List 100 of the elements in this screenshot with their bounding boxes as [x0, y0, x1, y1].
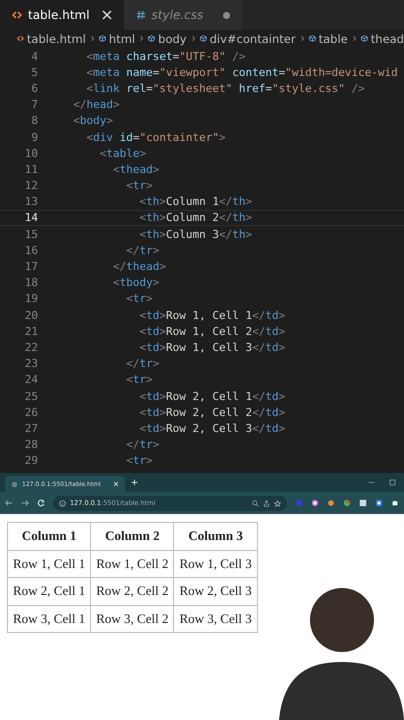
- code-line: <tr>: [125, 292, 153, 306]
- code-line: <tr>: [125, 179, 153, 192]
- cube-icon: [308, 33, 316, 44]
- line-number: 24: [24, 373, 39, 386]
- code-brackets-icon: [12, 10, 22, 20]
- close-icon[interactable]: [113, 481, 119, 487]
- code-line: <meta name="viewport" content="width=device-wid: [86, 66, 398, 79]
- unsaved-dot-icon: [223, 12, 230, 18]
- breadcrumb-item[interactable]: body: [158, 32, 187, 46]
- star-icon[interactable]: [274, 500, 281, 506]
- line-number: 23: [24, 357, 39, 370]
- reload-icon[interactable]: [37, 499, 45, 507]
- line-number: 15: [24, 228, 39, 241]
- line-number: 12: [24, 179, 39, 192]
- code-line: <td>Row 1, Cell 1</td>: [138, 308, 286, 322]
- code-line: </tr>: [125, 357, 160, 370]
- line-number: 10: [24, 146, 39, 160]
- extension-icon[interactable]: [375, 499, 383, 507]
- code-line: <th>Column 2</th>: [138, 211, 252, 224]
- code-line: <td>Row 2, Cell 3</td>: [138, 422, 286, 435]
- code-line: </thead>: [112, 260, 166, 274]
- code-line: <tbody>: [112, 276, 160, 290]
- line-number: 16: [24, 244, 39, 257]
- chevron-icon: [192, 34, 195, 43]
- cube-icon: [360, 33, 368, 44]
- line-number: 14: [24, 211, 39, 224]
- column-header: Column 2: [90, 522, 174, 550]
- editor-tab[interactable]: table.html: [0, 0, 124, 30]
- zoom-icon[interactable]: [252, 500, 259, 506]
- extension-icon[interactable]: [359, 499, 367, 507]
- line-number: 26: [24, 406, 39, 419]
- breadcrumb-item[interactable]: thead: [370, 32, 404, 46]
- code-line: <div id="containter">: [86, 130, 226, 144]
- minimize-icon[interactable]: [368, 479, 375, 486]
- line-number: 17: [24, 260, 39, 274]
- back-arrow-icon[interactable]: [5, 499, 13, 507]
- editor-tab[interactable]: style.css: [124, 0, 242, 30]
- line-number: 22: [24, 340, 39, 354]
- line-number: 18: [24, 276, 39, 290]
- forward-arrow-icon[interactable]: [21, 499, 29, 507]
- code-line: <body>: [72, 114, 113, 128]
- share-icon[interactable]: [263, 500, 270, 506]
- column-header: Column 1: [8, 522, 91, 550]
- table-cell: Row 1, Cell 1: [8, 550, 91, 578]
- table-cell: Row 3, Cell 2: [90, 605, 174, 632]
- code-line: </tr>: [125, 438, 160, 452]
- table-cell: Row 3, Cell 1: [8, 605, 91, 632]
- maximize-icon[interactable]: [389, 479, 396, 486]
- code-line: <meta charset="UTF-8" />: [86, 50, 246, 63]
- code-line: <td>Row 1, Cell 3</td>: [138, 340, 286, 354]
- code-line: </head>: [72, 98, 120, 112]
- line-number: 7: [30, 98, 39, 112]
- breadcrumb-item[interactable]: div#containter: [210, 32, 296, 46]
- close-icon[interactable]: [102, 10, 112, 20]
- code-line: </tr>: [125, 244, 160, 257]
- code-line: <tr>: [125, 454, 153, 468]
- table-cell: Row 1, Cell 3: [174, 550, 258, 578]
- table-cell: Row 1, Cell 2: [90, 550, 174, 578]
- cube-icon: [148, 33, 156, 44]
- code-line: <td>Row 2, Cell 2</td>: [138, 406, 286, 419]
- line-number: 29: [24, 454, 39, 468]
- line-number: 6: [30, 82, 39, 95]
- code-line: <td>Row 2, Cell 1</td>: [138, 390, 286, 403]
- table-cell: Row 2, Cell 1: [8, 578, 91, 605]
- line-number: 13: [24, 195, 39, 208]
- code-line: <link rel="stylesheet" href="style.css" />: [86, 82, 365, 95]
- cube-icon: [99, 33, 106, 44]
- hash-icon: [136, 10, 146, 20]
- info-icon[interactable]: [59, 500, 66, 506]
- line-number: 8: [30, 114, 39, 128]
- line-number: 9: [30, 130, 39, 144]
- breadcrumb-item[interactable]: table: [318, 32, 348, 46]
- new-tab-icon[interactable]: [131, 479, 138, 486]
- chevron-icon: [140, 34, 144, 43]
- column-header: Column 3: [174, 522, 258, 550]
- line-number: 27: [24, 422, 39, 435]
- line-number: 25: [24, 390, 39, 403]
- line-number: 28: [24, 438, 39, 452]
- table-cell: Row 2, Cell 3: [174, 578, 258, 605]
- code-line: <thead>: [112, 162, 160, 176]
- table-cell: Row 3, Cell 3: [174, 605, 258, 632]
- code-brackets-icon: [17, 33, 24, 44]
- line-number: 5: [30, 66, 39, 79]
- code-line: <tr>: [125, 373, 153, 386]
- chevron-icon: [352, 34, 356, 43]
- line-number: 4: [30, 50, 39, 63]
- code-line: <td>Row 1, Cell 2</td>: [138, 324, 286, 338]
- table-cell: Row 2, Cell 2: [90, 578, 174, 605]
- line-number: 20: [24, 308, 39, 322]
- breadcrumb-item[interactable]: html: [108, 32, 136, 46]
- chevron-icon: [300, 34, 304, 43]
- chevron-icon: [90, 34, 94, 43]
- line-number: 21: [24, 324, 39, 338]
- code-line: <table>: [98, 146, 146, 160]
- line-number: 19: [24, 292, 39, 306]
- code-line: <th>Column 1</th>: [138, 195, 252, 208]
- cube-icon: [200, 33, 207, 44]
- line-number: 11: [24, 162, 39, 176]
- code-line: <th>Column 3</th>: [138, 228, 252, 241]
- breadcrumb-item[interactable]: table.html: [26, 32, 86, 46]
